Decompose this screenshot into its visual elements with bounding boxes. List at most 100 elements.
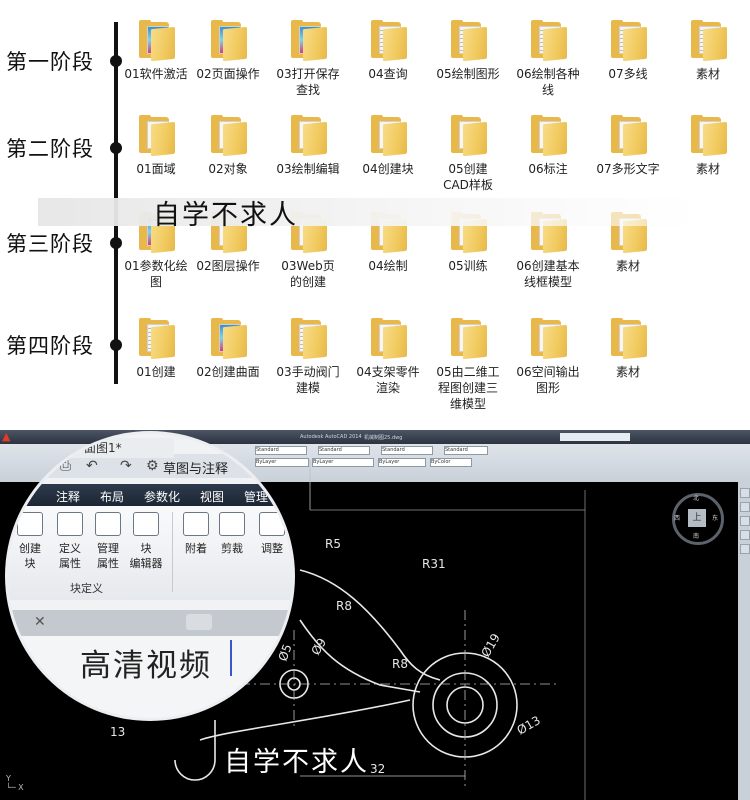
ribbon-button-label: 定义 属性 [59,542,81,570]
tab-view[interactable]: 视图 [200,488,224,505]
nav-showmotion-icon[interactable] [740,530,750,540]
folder-item[interactable]: 01软件激活 [118,20,194,82]
nav-zoom-icon[interactable] [740,502,750,512]
folder-name: 素材 [695,67,720,81]
folder-item[interactable]: 02页面操作 [190,20,266,82]
folder-icon [529,115,567,157]
tab-manage[interactable]: 管理 [244,488,268,505]
viewcube-south[interactable]: 南 [693,531,699,540]
print-icon[interactable]: ⎙ [60,458,71,474]
banner-text: 自学不求人 [153,200,298,231]
folder-item[interactable]: 02创建曲面 [190,318,266,380]
ribbon-separator [172,512,173,592]
folder-item[interactable]: 04支架零件 渲染 [350,318,426,396]
folder-name: 02创建曲面 [196,365,260,379]
stage-label: 第四阶段 [6,334,94,358]
block-definition-group-label[interactable]: 块定义 [70,580,103,596]
ribbon-button[interactable]: 剪裁 [214,512,250,556]
folder-item[interactable]: 素材 [590,318,666,380]
folder-item[interactable]: 素材 [670,20,746,82]
adjust-icon [259,512,285,536]
block-editor-icon [133,512,159,536]
ribbon-button[interactable]: 创建 块 [12,512,48,571]
folder-icon [609,318,647,360]
magnifier-lens: ⎙ ↶ ↷ ⚙ 草图与注释 注释 布局 参数化 视图 管理 创建 块定义 属性管… [8,434,292,718]
dim-r31: R31 [422,557,446,571]
folder-item[interactable]: 03绘制编辑 [270,115,346,177]
ribbon-button[interactable]: 定义 属性 [52,512,88,571]
stage-label: 第二阶段 [6,137,94,161]
ribbon-button[interactable]: 块 编辑器 [128,512,164,571]
ribbon-button[interactable]: 附着 [178,512,214,556]
folder-name: 05由二维工 程图创建三 维模型 [436,365,500,411]
tab-layout[interactable]: 布局 [100,488,124,505]
folder-icon [289,115,327,157]
folder-icon [137,20,175,62]
folder-icon [137,318,175,360]
autocad-window: ▲ Autodesk AutoCAD 2014 机械制图25.dwg Stand… [0,430,750,800]
tab-annotate[interactable]: 注释 [56,488,80,505]
dim-r8-lower: R8 [392,657,408,671]
folder-item[interactable]: 01面域 [118,115,194,177]
folder-item[interactable]: 03手动阀门 建模 [270,318,346,396]
folder-item[interactable]: 05创建 CAD样板 [430,115,506,193]
folder-icon [609,20,647,62]
folder-name: 05创建 CAD样板 [443,162,493,192]
folder-item[interactable]: 01创建 [118,318,194,380]
dim-r5: R5 [325,537,341,551]
stage-label: 第三阶段 [6,232,94,256]
folder-item[interactable]: 06空间输出 图形 [510,318,586,396]
undo-icon[interactable]: ↶ [86,458,98,474]
close-icon[interactable]: ✕ [34,614,46,630]
folder-item[interactable]: 06标注 [510,115,586,177]
folder-name: 素材 [615,365,640,379]
viewcube-top-face[interactable]: 上 [688,509,706,527]
manage-attributes-icon [95,512,121,536]
folder-icon [209,318,247,360]
dim-dia19: Ø19 [478,631,502,659]
folder-icon [209,115,247,157]
folder-name: 02图层操作 [196,259,260,273]
folder-item[interactable]: 03打开保存 查找 [270,20,346,98]
folder-item[interactable]: 07多形文字 [590,115,666,177]
folder-icon [209,20,247,62]
redo-icon[interactable]: ↷ [120,458,132,474]
folder-item[interactable]: 06绘制各种 线 [510,20,586,98]
stage-label: 第一阶段 [6,50,94,74]
nav-pan-icon[interactable] [740,488,750,498]
folder-item[interactable]: 素材 [670,115,746,177]
folder-name: 04绘制 [368,259,408,273]
ribbon-button[interactable]: 管理 属性 [90,512,126,571]
folder-item[interactable]: 07多线 [590,20,666,82]
folder-icon [689,115,727,157]
workspace-selector[interactable]: 草图与注释 [163,458,228,477]
gear-icon[interactable]: ⚙ [146,458,159,474]
folder-icon [449,20,487,62]
tab-drawing[interactable]: 平面图1* [64,438,174,458]
ribbon-button[interactable]: 调整 [254,512,290,556]
folder-item[interactable]: 02对象 [190,115,266,177]
new-tab-button[interactable] [186,614,212,630]
nav-steering-icon[interactable] [740,544,750,554]
viewcube-east[interactable]: 东 [712,513,718,522]
folder-item[interactable]: 04创建块 [350,115,426,177]
folder-name: 05训练 [448,259,488,273]
tab-parametric[interactable]: 参数化 [144,488,180,505]
folder-icon [689,20,727,62]
viewcube[interactable]: 上 北 西 东 南 [672,493,724,545]
viewcube-west[interactable]: 西 [674,513,680,522]
folder-name: 03Web页 的创建 [281,259,335,289]
nav-orbit-icon[interactable] [740,516,750,526]
folder-name: 01创建 [136,365,176,379]
folder-item[interactable]: 04查询 [350,20,426,82]
folder-icon [289,20,327,62]
folder-item[interactable]: 05由二维工 程图创建三 维模型 [430,318,506,412]
folder-icon [369,115,407,157]
folder-name: 03手动阀门 建模 [276,365,340,395]
folder-name: 04查询 [368,67,408,81]
define-attribute-icon [57,512,83,536]
folder-item[interactable]: 05绘制图形 [430,20,506,82]
dim-13: 13 [110,725,125,739]
viewcube-north[interactable]: 北 [693,493,699,502]
folder-icon [449,318,487,360]
